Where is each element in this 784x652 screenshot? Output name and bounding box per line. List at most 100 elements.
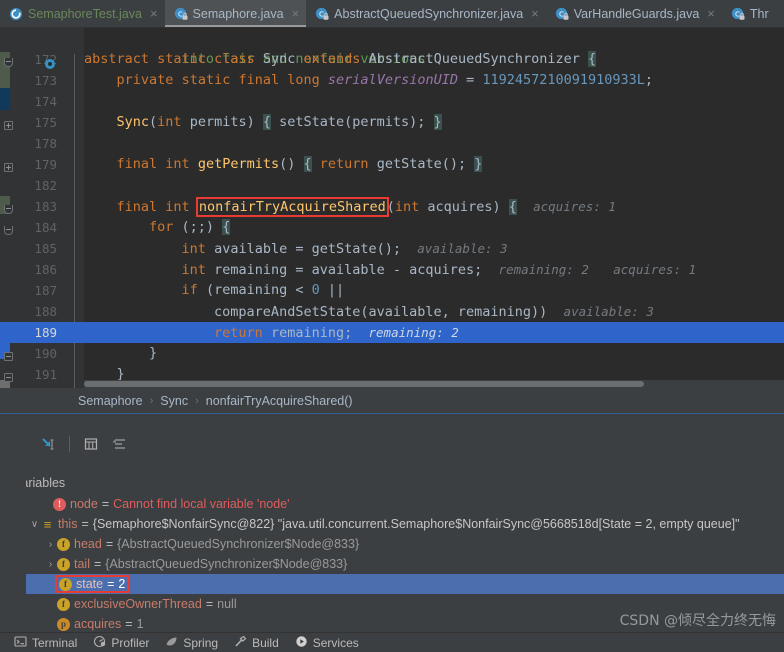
field-badge-icon: f (57, 557, 70, 571)
breadcrumb: Semaphore › Sync › nonfairTryAcquireShar… (0, 388, 784, 414)
tree-expander[interactable]: › (44, 539, 57, 550)
line-number: 188 (34, 304, 57, 319)
variable-name: node (70, 497, 98, 511)
status-item-build[interactable]: Build (234, 635, 279, 651)
step-into-button[interactable] (34, 432, 62, 456)
field-badge-icon: f (59, 577, 72, 591)
line-number-current: 189 (34, 325, 57, 340)
debugger-toolbar (0, 414, 784, 472)
breadcrumb-item-class[interactable]: Semaphore (78, 394, 143, 408)
tab-close-icon[interactable]: × (292, 7, 300, 20)
fold-collapse-icon[interactable] (4, 205, 13, 214)
line-number: 190 (34, 346, 57, 361)
tab-varhandleguards-java[interactable]: C VarHandleGuards.java × (546, 0, 722, 27)
line-number: 187 (34, 283, 57, 298)
code-line[interactable]: 184 for (;;) { (34, 217, 784, 238)
code-line[interactable]: 173 private static final long serialVers… (34, 70, 784, 91)
chevron-right-icon: › (195, 394, 199, 407)
status-item-terminal[interactable]: Terminal (14, 635, 77, 651)
tab-thr-java[interactable]: C Thr (722, 0, 776, 27)
fold-collapse-icon[interactable] (4, 58, 13, 67)
breadcrumb-item-method[interactable]: nonfairTryAcquireShared() (206, 394, 353, 408)
status-label: Spring (183, 635, 219, 650)
highlight-box-state: f state = 2 (54, 575, 130, 593)
code-line[interactable]: 185 int available = getState(); availabl… (34, 238, 784, 259)
code-line[interactable]: 175 Sync(int permits) { setState(permits… (34, 112, 784, 133)
left-tool-rail (0, 414, 26, 632)
java-test-class-icon (9, 7, 23, 21)
tab-semaphore-java[interactable]: C Semaphore.java × (164, 0, 307, 27)
equals-sign: = (101, 497, 110, 511)
field-badge-icon: f (57, 537, 70, 551)
code-editor[interactable]: into fair and nonfair versions. 172 abst… (0, 28, 784, 388)
code-line[interactable]: into fair and nonfair versions. (84, 28, 784, 67)
code-line-highlighted-method[interactable]: 183 final int nonfairTryAcquireShared(in… (34, 196, 784, 217)
inline-debug-hint: available: 3 (417, 241, 508, 256)
vcs-change-marker (0, 88, 10, 110)
code-line[interactable]: 186 int remaining = available - acquires… (34, 259, 784, 280)
tab-close-icon[interactable]: × (531, 7, 539, 20)
java-class-locked-icon: C (731, 7, 745, 21)
variable-name: exclusiveOwnerThread (74, 597, 202, 611)
variable-row-head[interactable]: › f head = {AbstractQueuedSynchronizer$N… (26, 534, 784, 554)
status-label: Build (252, 635, 279, 650)
watermark-text: CSDN @倾尽全力终无悔 (619, 613, 776, 629)
breadcrumb-item-inner-class[interactable]: Sync (160, 394, 188, 408)
code-line[interactable]: 182 (34, 175, 784, 196)
code-line[interactable]: 179 final int getPermits() { return getS… (34, 154, 784, 175)
variable-row-this[interactable]: ∨ ≡ this = {Semaphore$NonfairSync@822} "… (26, 514, 784, 534)
variables-panel-title: Variables (0, 472, 784, 494)
parameter-badge-icon: p (57, 617, 70, 631)
status-label: Profiler (111, 635, 150, 650)
code-line[interactable]: 174 (34, 91, 784, 112)
profiler-icon (93, 635, 106, 651)
code-line-current-execution[interactable]: 189 return remaining; remaining: 2 (0, 322, 784, 343)
line-number: 191 (34, 367, 57, 382)
variable-row-state[interactable]: f state = 2 (26, 574, 784, 594)
line-number: 174 (34, 94, 57, 109)
line-number: 173 (34, 73, 57, 88)
fold-collapse-icon[interactable] (4, 373, 13, 382)
fold-collapse-icon[interactable] (4, 226, 13, 235)
variable-value: 2 (118, 577, 126, 591)
status-bar: Terminal Profiler Spring Build Services (0, 632, 784, 652)
fold-collapse-icon[interactable] (4, 352, 13, 361)
tab-close-icon[interactable]: × (150, 7, 158, 20)
editor-horizontal-scrollbar[interactable] (84, 380, 784, 388)
services-play-icon (295, 635, 308, 651)
tab-close-icon[interactable]: × (707, 7, 715, 20)
inline-debug-hint: remaining: 2 (368, 325, 459, 340)
line-number: 178 (34, 136, 57, 151)
status-label: Services (312, 635, 359, 650)
status-item-spring[interactable]: Spring (165, 635, 218, 651)
status-item-services[interactable]: Services (295, 635, 359, 651)
variable-name: state (76, 577, 104, 591)
status-item-profiler[interactable]: Profiler (93, 635, 149, 651)
variable-value: {Semaphore$NonfairSync@822} "java.util.c… (92, 517, 740, 531)
line-number: 183 (34, 199, 57, 214)
sort-values-button[interactable] (105, 432, 133, 456)
tab-abstractqueuedsynchronizer-java[interactable]: C AbstractQueuedSynchronizer.java × (306, 0, 546, 27)
tab-label: AbstractQueuedSynchronizer.java (334, 6, 524, 21)
line-number: 179 (34, 157, 57, 172)
tab-semaphoretest-java[interactable]: SemaphoreTest.java × (0, 0, 165, 27)
fold-expand-icon[interactable] (4, 121, 13, 130)
svg-text:C: C (559, 10, 564, 18)
variable-row-tail[interactable]: › f tail = {AbstractQueuedSynchronizer$N… (26, 554, 784, 574)
breakpoint-indicator[interactable] (44, 55, 56, 69)
layout-table-button[interactable] (77, 432, 105, 456)
variable-row-node[interactable]: ! node = Cannot find local variable 'nod… (26, 494, 784, 514)
code-line[interactable]: 178 (34, 133, 784, 154)
equals-sign: = (105, 537, 114, 551)
tree-expander[interactable]: › (44, 559, 57, 570)
variable-name: head (74, 537, 102, 551)
code-line[interactable]: 188 compareAndSetState(available, remain… (34, 301, 784, 322)
variable-name: acquires (74, 617, 122, 631)
tree-expander-expanded[interactable]: ∨ (28, 519, 41, 530)
line-number: 175 (34, 115, 57, 130)
code-line[interactable]: 187 if (remaining < 0 || (34, 280, 784, 301)
fold-expand-icon[interactable] (4, 163, 13, 172)
equals-sign: = (93, 557, 102, 571)
code-line[interactable]: 190 } (34, 343, 784, 364)
code-line[interactable]: 172 abstract static class Sync extends A… (34, 49, 784, 70)
